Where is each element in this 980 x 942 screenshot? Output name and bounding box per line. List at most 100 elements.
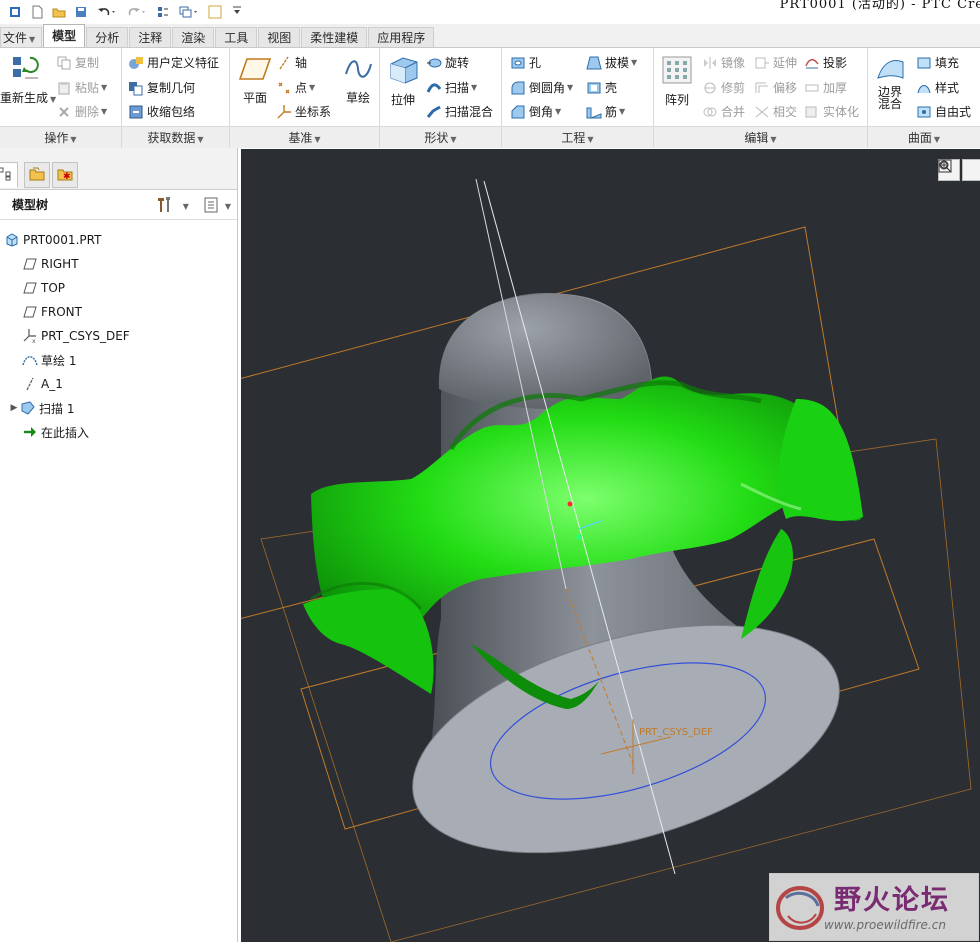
show-options-icon[interactable] [203,196,219,217]
tab-file[interactable]: 文件 ▼ [0,27,43,47]
windows-icon[interactable] [178,5,200,19]
sketch-label: 草绘 [345,91,370,105]
revolve-button[interactable]: 旋转 [426,54,469,71]
tree-node-label: 草绘 1 [41,353,77,368]
paste-button[interactable]: 粘贴 ▼ [56,79,107,96]
redo-icon[interactable] [126,5,148,19]
group-datum: 平面 轴 点 ▼ 坐标系 草绘 基准 ▼ [230,48,380,148]
tree-node-axis[interactable]: A_1 [0,372,237,396]
fill-button[interactable]: 填充 [916,54,959,71]
tree-node-right-plane[interactable]: RIGHT [0,252,237,276]
chevron-down-icon[interactable]: ▼ [225,202,231,211]
tab-flexible-modeling[interactable]: 柔性建模 [301,27,368,47]
delete-button[interactable]: 删除 ▼ [56,103,107,120]
tab-applications[interactable]: 应用程序 [368,27,435,47]
extend-button[interactable]: 延伸 [754,54,797,71]
close-window-icon[interactable] [208,5,222,19]
shell-button[interactable]: 壳 [586,79,617,96]
round-button[interactable]: 倒圆角 ▼ [510,79,573,96]
regenerate-icon[interactable] [156,5,170,19]
intersect-button[interactable]: 相交 [754,103,797,120]
tree-node-insert-here[interactable]: 在此插入 [0,420,237,444]
group-shapes-label[interactable]: 形状 ▼ [380,126,501,148]
extend-icon [754,55,770,71]
save-icon[interactable] [74,5,88,19]
tree-node-label: 扫描 1 [39,401,75,416]
shrinkwrap-button[interactable]: 收缩包络 [128,103,195,120]
model-tree-title: 模型树 [12,198,49,212]
new-file-icon[interactable] [30,5,44,19]
trim-button[interactable]: 修剪 [702,79,745,96]
undo-icon[interactable] [96,5,118,19]
shrinkwrap-label: 收缩包络 [147,105,196,119]
sweep-button[interactable]: 扫描 ▼ [426,79,477,96]
settings-tools-icon[interactable] [157,196,177,217]
solid-body[interactable] [387,292,865,896]
pattern-button[interactable]: 阵列 [658,56,696,108]
copy-geometry-icon [128,80,144,96]
tree-node-front-plane[interactable]: FRONT [0,300,237,324]
draft-button[interactable]: 拔模 ▼ [586,54,637,71]
solidify-button[interactable]: 实体化 [804,103,859,120]
csys-button[interactable]: 坐标系 [276,103,331,120]
csys-label: PRT_CSYS_DEF [639,727,713,738]
expand-arrow-icon[interactable]: ▶ [8,403,20,413]
extrude-icon [384,54,422,87]
group-get-data-label[interactable]: 获取数据 ▼ [122,126,229,148]
group-editing-label[interactable]: 编辑 ▼ [654,126,867,148]
tab-model[interactable]: 模型 [43,24,86,47]
project-label: 投影 [823,56,848,70]
sketch-icon [338,56,378,85]
thicken-button[interactable]: 加厚 [804,79,847,96]
chevron-down-icon[interactable]: ▼ [183,202,189,211]
group-operations: 重新生成 ▼ 复制 粘贴 ▼ 删除 ▼ 操作 ▼ [0,48,122,148]
tree-node-sweep[interactable]: ▶ 扫描 1 [0,396,237,420]
style-button[interactable]: 样式 [916,79,959,96]
rib-button[interactable]: 筋 ▼ [586,103,625,120]
copy-button[interactable]: 复制 [56,54,99,71]
tree-node-csys[interactable]: x PRT_CSYS_DEF [0,324,237,348]
chamfer-button[interactable]: 倒角 ▼ [510,103,561,120]
mirror-button[interactable]: 镜像 [702,54,745,71]
copy-geometry-button[interactable]: 复制几何 [128,79,195,96]
tree-node-sketch[interactable]: 草绘 1 [0,348,237,372]
group-datum-label[interactable]: 基准 ▼ [230,126,379,148]
axis-button[interactable]: 轴 [276,54,307,71]
extrude-button[interactable]: 拉伸 [384,54,422,108]
open-folder-icon[interactable] [52,5,66,19]
tab-view[interactable]: 视图 [258,27,301,47]
group-operations-label[interactable]: 操作 ▼ [0,126,121,148]
plane-button[interactable]: 平面 [234,56,276,106]
folder-browser-tab[interactable] [24,162,50,188]
group-shapes: 拉伸 旋转 扫描 ▼ 扫描混合 形状 ▼ [380,48,502,148]
sketch-button[interactable]: 草绘 [338,56,378,106]
tab-analysis[interactable]: 分析 [86,27,129,47]
boundary-blend-button[interactable]: 边界混合 [872,56,908,110]
tree-node-label: TOP [41,281,66,295]
tab-annotate[interactable]: 注释 [129,27,172,47]
merge-label: 合并 [721,105,746,119]
hole-button[interactable]: 孔 [510,54,541,71]
project-button[interactable]: 投影 [804,54,847,71]
favorites-icon: ✱ [56,166,74,185]
tree-node-part[interactable]: PRT0001.PRT [0,228,237,252]
freestyle-button[interactable]: 自由式 [916,103,971,120]
favorites-tab[interactable]: ✱ [52,162,78,188]
udf-button[interactable]: 用户定义特征 [128,54,219,71]
zoom-in-button[interactable] [939,159,980,181]
point-button[interactable]: 点 ▼ [276,79,315,96]
quick-access-dropdown-icon[interactable] [230,5,244,19]
graphics-viewport[interactable]: PRT_CSYS_DEF 野火论坛 www.proewildfire.cn [241,149,980,942]
tree-node-top-plane[interactable]: TOP [0,276,237,300]
model-tree-tab[interactable] [0,162,18,188]
group-surfaces-label[interactable]: 曲面 ▼ [868,126,980,148]
swept-blend-button[interactable]: 扫描混合 [426,103,493,120]
merge-button[interactable]: 合并 [702,103,745,120]
group-engineering-label[interactable]: 工程 ▼ [502,126,653,148]
pattern-icon [658,56,696,87]
regenerate-button[interactable]: 重新生成 ▼ [0,54,56,106]
tab-render[interactable]: 渲染 [172,27,215,47]
tab-tools[interactable]: 工具 [215,27,258,47]
offset-button[interactable]: 偏移 [754,79,797,96]
rib-label: 筋 [605,105,618,119]
